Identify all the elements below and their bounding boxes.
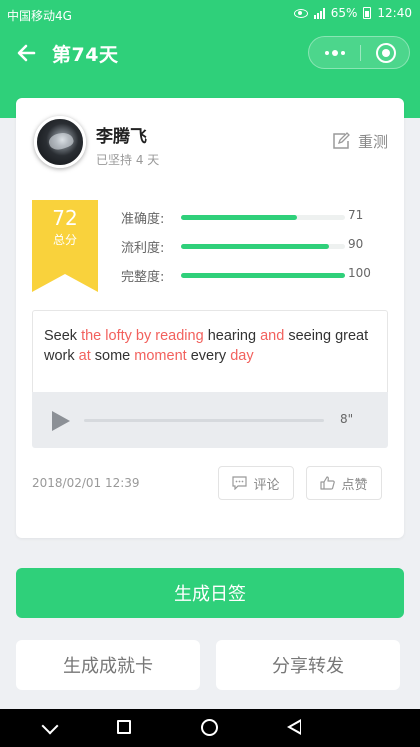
thumbs-up-icon	[320, 476, 336, 490]
mini-program-capsule	[308, 36, 410, 69]
edit-icon	[333, 132, 350, 149]
share-button[interactable]: 分享转发	[216, 640, 400, 690]
page-title: 第74天	[52, 44, 119, 66]
sentence-word: reading	[155, 328, 204, 344]
close-circle-icon[interactable]	[376, 43, 396, 63]
metric-value: 100	[348, 266, 371, 280]
system-nav-bar	[0, 709, 420, 747]
sentence-word: at	[78, 348, 91, 364]
metric-label: 流利度:	[121, 241, 165, 256]
comment-label: 评论	[253, 477, 280, 493]
nav-bar: 第74天	[0, 28, 420, 80]
status-right: 65% 12:40	[293, 6, 412, 20]
metric-track	[181, 215, 345, 220]
like-button[interactable]: 点赞	[306, 466, 382, 500]
generate-achievement-card-button[interactable]: 生成成就卡	[16, 640, 200, 690]
carrier-label: 中国移动4G	[7, 9, 72, 23]
audio-duration: 8"	[340, 412, 354, 426]
metric-accuracy: 准确度: 71	[121, 208, 391, 227]
sentence-word: seeing	[288, 328, 332, 344]
metric-fluency: 流利度: 90	[121, 237, 391, 256]
audio-player: 8"	[32, 392, 388, 448]
metric-fill	[181, 215, 298, 220]
more-dots-icon[interactable]	[309, 37, 360, 68]
comment-button[interactable]: 评论	[218, 466, 294, 500]
battery-percent: 65%	[330, 6, 358, 20]
like-label: 点赞	[341, 477, 368, 493]
sentence-word: by	[135, 328, 152, 344]
post-timestamp: 2018/02/01 12:39	[32, 476, 140, 490]
metric-track	[181, 273, 345, 278]
streak-text: 已坚持 4 天	[96, 153, 160, 167]
comment-icon	[232, 476, 248, 490]
back-arrow-icon[interactable]	[14, 40, 40, 66]
user-name: 李腾飞	[96, 127, 147, 147]
play-icon[interactable]	[52, 411, 70, 431]
sentence-word: every	[190, 348, 227, 364]
capsule-divider	[360, 45, 361, 61]
sentence-word: great	[335, 328, 369, 344]
chevron-down-icon[interactable]	[41, 717, 59, 735]
back-triangle-icon[interactable]	[287, 719, 301, 735]
result-card: 李腾飞 已坚持 4 天 重测 72 总分 准确度: 71 流利度: 90 完整度…	[16, 98, 404, 538]
sentence-word: lofty	[105, 328, 132, 344]
square-icon[interactable]	[117, 720, 131, 734]
sentence-word: moment	[134, 348, 187, 364]
sentence-word: work	[44, 348, 75, 364]
avatar[interactable]	[34, 116, 86, 168]
metric-track	[181, 244, 345, 249]
metric-value: 90	[348, 237, 364, 251]
metric-label: 准确度:	[121, 212, 165, 227]
sentence-word: Seek	[44, 328, 78, 344]
metric-fill	[181, 244, 329, 249]
status-bar: 中国移动4G 65% 12:40	[0, 0, 420, 28]
sentence-word: and	[260, 328, 285, 344]
sentence-word: some	[94, 348, 131, 364]
signal-icon	[313, 7, 325, 19]
total-score: 72	[52, 206, 78, 230]
sentence-word: day	[230, 348, 254, 364]
clock: 12:40	[377, 6, 412, 20]
eye-icon	[293, 8, 308, 18]
retest-button[interactable]: 重测	[332, 130, 388, 152]
sentence-word: hearing	[207, 328, 257, 344]
home-circle-icon[interactable]	[201, 719, 218, 736]
retest-label: 重测	[358, 132, 389, 151]
sentence-word: the	[81, 328, 102, 344]
sentence-text: Seek the lofty by reading hearing and se…	[32, 310, 388, 392]
battery-icon	[363, 7, 372, 19]
metric-label: 完整度:	[121, 270, 165, 285]
metric-fill	[181, 273, 345, 278]
generate-daily-sign-button[interactable]: 生成日签	[16, 568, 404, 618]
metric-value: 71	[348, 208, 364, 222]
metric-completeness: 完整度: 100	[121, 266, 391, 285]
audio-progress[interactable]	[84, 419, 324, 422]
total-score-label: 总分	[52, 233, 77, 247]
